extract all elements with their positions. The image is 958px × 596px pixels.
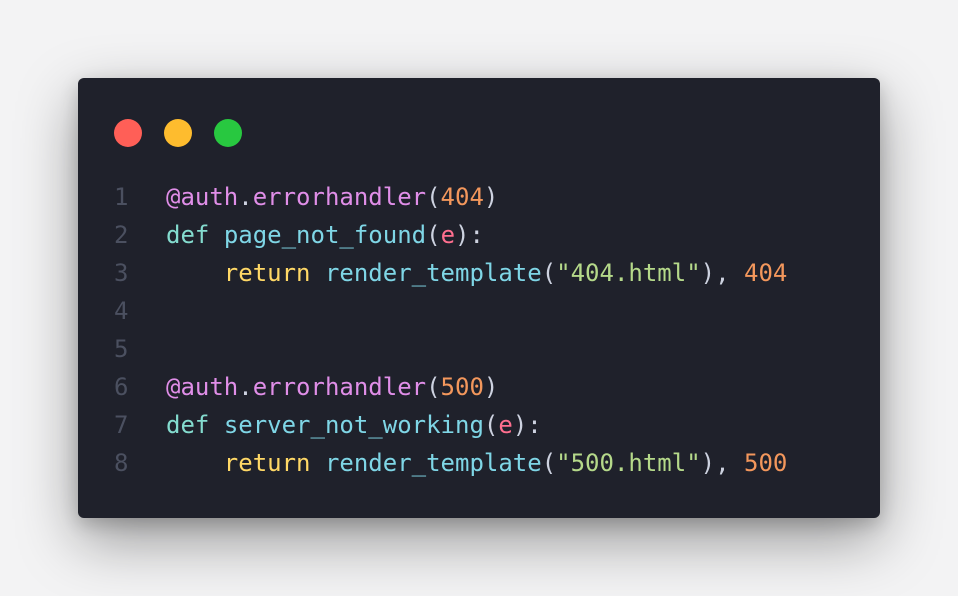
code-token: "404.html" xyxy=(556,259,701,287)
code-token: def xyxy=(166,221,210,249)
code-token: ), xyxy=(700,259,745,287)
code-token: return xyxy=(223,259,311,287)
code-token: ( xyxy=(426,373,441,401)
code-line: 1 @auth.errorhandler(404) xyxy=(78,178,880,216)
code-line: 7 def server_not_working(e): xyxy=(78,406,880,444)
line-number: 6 xyxy=(114,373,129,401)
code-line: 8 return render_template("500.html"), 50… xyxy=(78,444,880,482)
code-token: render_template xyxy=(324,259,542,287)
code-token: ( xyxy=(483,411,499,439)
code-token: return xyxy=(223,449,311,477)
code-line: 3 return render_template("404.html"), 40… xyxy=(78,254,880,292)
code-token: 500 xyxy=(744,449,788,477)
code-text: @auth.errorhandler(404) xyxy=(166,178,498,216)
code-token: 404 xyxy=(440,183,484,211)
code-token: page_not_found xyxy=(223,221,427,249)
line-number: 1 xyxy=(114,183,129,211)
code-token: 500 xyxy=(440,373,484,401)
code-token: @auth xyxy=(166,373,239,401)
code-text: def server_not_working(e): xyxy=(166,406,542,444)
code-line: 2 def page_not_found(e): xyxy=(78,216,880,254)
code-token: ( xyxy=(426,183,441,211)
minimize-dot-icon[interactable] xyxy=(164,119,192,147)
code-token: errorhandler xyxy=(252,373,427,401)
code-token: ) xyxy=(483,373,499,401)
line-number: 3 xyxy=(114,259,129,287)
code-text: @auth.errorhandler(500) xyxy=(166,368,498,406)
code-token: 404 xyxy=(744,259,788,287)
code-token: errorhandler xyxy=(252,183,427,211)
code-token: ): xyxy=(512,411,542,439)
code-token: ( xyxy=(541,449,557,477)
code-token: @auth xyxy=(166,183,239,211)
code-token: . xyxy=(238,183,253,211)
code-editor: 1 @auth.errorhandler(404) 2 def page_not_fo… xyxy=(78,178,880,482)
code-token: def xyxy=(166,411,210,439)
code-token: ( xyxy=(541,259,557,287)
code-line: 6 @auth.errorhandler(500) xyxy=(78,368,880,406)
code-line: 5 xyxy=(78,330,880,368)
code-text: return render_template("404.html"), 404 xyxy=(166,254,788,292)
code-token: e xyxy=(498,411,513,439)
line-number: 7 xyxy=(114,411,129,439)
code-token: server_not_working xyxy=(223,411,484,439)
line-number: 4 xyxy=(114,297,129,325)
code-token: render_template xyxy=(324,449,542,477)
code-window: 1 @auth.errorhandler(404) 2 def page_not_fo… xyxy=(78,78,880,518)
code-token: ) xyxy=(483,183,499,211)
code-token: e xyxy=(440,221,456,249)
code-token: "500.html" xyxy=(556,449,701,477)
code-token: ): xyxy=(455,221,484,249)
close-dot-icon[interactable] xyxy=(114,119,142,147)
maximize-dot-icon[interactable] xyxy=(214,119,242,147)
line-number: 2 xyxy=(114,221,129,249)
code-line: 4 xyxy=(78,292,880,330)
line-number: 8 xyxy=(114,449,129,477)
code-token: . xyxy=(238,373,253,401)
line-number: 5 xyxy=(114,335,129,363)
code-text: def page_not_found(e): xyxy=(166,216,484,254)
code-token: ), xyxy=(700,449,745,477)
code-token: ( xyxy=(426,221,441,249)
code-text: return render_template("500.html"), 500 xyxy=(166,444,788,482)
